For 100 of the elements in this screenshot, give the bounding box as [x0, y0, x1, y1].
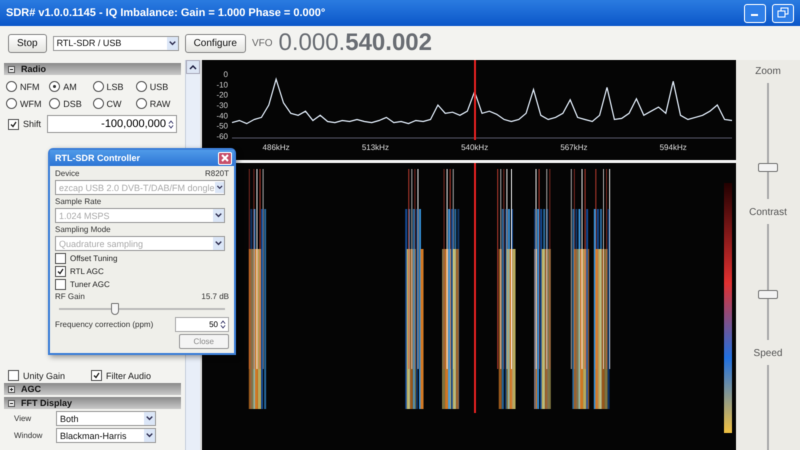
minimize-button[interactable] [744, 4, 766, 22]
y-axis-label: -40 [216, 111, 228, 120]
option-checkbox[interactable]: Filter Audio [90, 370, 151, 381]
checkbox[interactable] [8, 118, 19, 130]
field-label: View [14, 414, 32, 423]
checkbox[interactable] [55, 253, 66, 264]
mode-label: RAW [150, 98, 170, 108]
checkmark-icon [92, 372, 100, 379]
mode-label: WFM [20, 98, 42, 108]
y-axis-label: -10 [216, 80, 228, 90]
y-axis-label: -50 [216, 122, 228, 131]
option-dropdown[interactable]: Blackman-Harris [56, 428, 156, 443]
checkbox-label: Shift [23, 119, 42, 129]
collapse-icon[interactable] [8, 400, 15, 406]
field-label: Sampling Mode [55, 225, 112, 234]
slider-thumb[interactable] [111, 303, 120, 315]
radio-button[interactable] [49, 98, 60, 109]
section-title: FFT Display [21, 398, 72, 408]
y-axis-label: -20 [216, 90, 228, 100]
x-axis-label: 594kHz [660, 143, 687, 152]
frequency-display: 0.000.540.002 [278, 29, 432, 57]
radio-button[interactable] [6, 81, 17, 92]
field-label: Sample Rate [55, 197, 102, 206]
expand-icon[interactable] [8, 386, 15, 392]
configure-button[interactable]: Configure [184, 34, 246, 52]
checkbox[interactable] [90, 370, 102, 381]
radio-button[interactable] [136, 81, 147, 92]
slider-label: Zoom [755, 66, 781, 77]
gain-value: 15.7 dB [201, 292, 229, 301]
window-title: SDR# v1.0.0.1145 - IQ Imbalance: Gain = 1.000 Phase = 0.000° [6, 7, 326, 19]
option-checkbox[interactable]: Offset Tuning [55, 253, 229, 264]
shift-field[interactable]: -100,000,000 [47, 115, 177, 133]
option-checkbox[interactable]: Tuner AGC [55, 279, 229, 290]
chevron-up-icon [189, 64, 197, 70]
field-label: RF Gain [55, 292, 85, 301]
x-axis-label: 486kHz [262, 143, 290, 152]
checkbox-label: Offset Tuning [70, 254, 118, 263]
slider-label: Speed [754, 348, 782, 359]
checkmark-icon [10, 120, 17, 128]
y-axis-label: 0 [224, 70, 228, 79]
mode-radio[interactable]: DSB [49, 98, 92, 109]
mode-label: USB [150, 82, 168, 92]
section-title: Radio [21, 64, 46, 74]
checkbox[interactable] [55, 266, 66, 277]
x-axis-label: 567kHz [560, 143, 588, 152]
mode-label: AM [63, 82, 77, 92]
mode-radio[interactable]: WFM [6, 98, 50, 109]
correction-field[interactable]: 50 [175, 317, 229, 332]
mode-label: DSB [63, 98, 82, 108]
checkbox-label: RTL AGC [70, 267, 104, 276]
section-title: AGC [21, 384, 41, 394]
x-axis-label: 540kHz [461, 143, 488, 152]
mode-label: CW [106, 98, 122, 108]
field-label: Window [14, 431, 44, 440]
field-label: Frequency correction (ppm) [55, 320, 154, 329]
shift-checkbox[interactable]: Shift [8, 118, 42, 130]
slider-thumb[interactable] [758, 290, 778, 300]
radio-button[interactable] [92, 81, 104, 92]
restore-button[interactable] [772, 4, 794, 22]
checkmark-icon [57, 268, 64, 275]
y-axis-label: -60 [216, 132, 228, 141]
mode-radio[interactable]: CW [92, 98, 136, 109]
radio-button[interactable] [136, 98, 147, 109]
checkbox-label: Unity Gain [23, 370, 66, 380]
checkbox[interactable] [55, 279, 66, 290]
collapse-icon[interactable] [8, 66, 15, 72]
slider-thumb[interactable] [758, 163, 778, 172]
radio-button[interactable] [6, 98, 17, 109]
restore-icon [777, 7, 789, 19]
mode-label: NFM [20, 82, 40, 92]
x-axis-label: 513kHz [362, 143, 389, 152]
section-header[interactable]: Radio [4, 63, 181, 75]
option-checkbox[interactable]: Unity Gain [8, 370, 66, 381]
close-button[interactable] [218, 152, 232, 164]
mode-radio[interactable]: LSB [92, 81, 136, 92]
radio-button[interactable] [92, 98, 104, 109]
option-checkbox[interactable]: RTL AGC [55, 266, 229, 277]
spin-arrows-icon[interactable] [168, 118, 174, 130]
mode-label: LSB [106, 82, 124, 92]
scroll-up-button[interactable] [186, 60, 200, 74]
mode-radio[interactable]: USB [136, 81, 179, 92]
mode-radio[interactable]: AM [49, 81, 92, 92]
spin-arrows-icon[interactable] [220, 319, 226, 330]
mode-radio[interactable]: RAW [136, 98, 179, 109]
close-icon [221, 154, 229, 162]
dialog-title: RTL-SDR Controller [55, 153, 140, 163]
slider-label: Contrast [749, 207, 787, 218]
checkbox-label: Tuner AGC [70, 280, 110, 289]
checkbox-label: Filter Audio [106, 370, 151, 380]
vfo-label: VFO [252, 38, 272, 48]
stop-button[interactable]: Stop [8, 34, 47, 52]
radio-button[interactable] [49, 81, 60, 92]
mode-radio[interactable]: NFM [6, 81, 50, 92]
section-header[interactable]: AGC [4, 383, 181, 395]
tuner-name: R820T [204, 169, 229, 178]
option-dropdown[interactable]: Both [56, 411, 156, 426]
y-axis-label: -30 [216, 101, 228, 110]
source-dropdown[interactable]: RTL-SDR / USB [52, 36, 179, 50]
section-header[interactable]: FFT Display [4, 397, 181, 409]
checkbox[interactable] [8, 370, 19, 381]
